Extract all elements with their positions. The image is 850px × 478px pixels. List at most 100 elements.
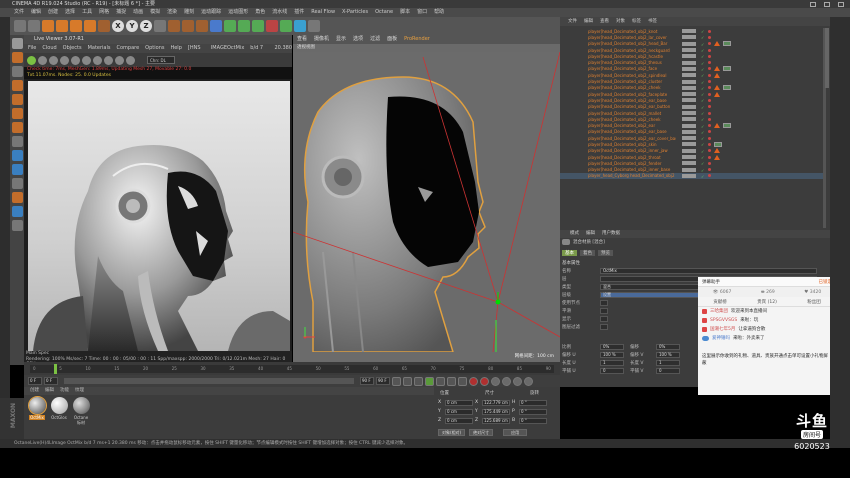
material-menu-item[interactable]: 功能 [60,387,69,395]
render-dot-icon[interactable] [708,29,711,33]
visible-check-icon[interactable]: ✓ [701,149,705,154]
attribute-subtab[interactable]: 基本 [562,250,577,256]
param-value[interactable]: 0 [600,368,624,374]
floor-icon[interactable] [280,20,292,32]
viewport-menu-item[interactable]: ProRender [404,35,430,44]
visible-check-icon[interactable]: ✓ [701,67,705,72]
render-dot-icon[interactable] [708,149,711,153]
param-value-2[interactable]: 100 % [656,352,680,358]
attribute-subtab[interactable]: 预览 [598,250,613,256]
object-manager-menu-item[interactable]: 查看 [600,17,609,26]
param-value-2[interactable]: 0 [656,368,680,374]
pause-icon[interactable] [49,55,58,65]
rotate-icon[interactable] [84,20,96,32]
material-tag-icon[interactable] [723,66,731,72]
recent-tool-icon[interactable] [98,20,110,32]
save-icon[interactable] [126,55,135,65]
object-manager-menu-item[interactable]: 文件 [568,17,577,26]
visible-check-icon[interactable]: ✓ [701,168,705,173]
render-preview[interactable] [28,81,290,351]
render-picture-viewer-icon[interactable] [182,20,194,32]
end-frame-field[interactable]: 90 F [360,377,374,385]
autokey-icon[interactable] [480,376,489,386]
menu-item[interactable]: Real Flow [311,8,335,17]
menu-item[interactable]: 角色 [255,8,265,17]
visible-check-icon[interactable]: ✓ [701,130,705,135]
maximize-button[interactable] [824,1,830,7]
render-dot-icon[interactable] [708,86,711,90]
menu-item[interactable]: Octane [375,8,393,17]
material-item[interactable]: OctGlos [50,397,68,421]
chat-username[interactable]: 爱神锤吗 [712,335,730,342]
visible-check-icon[interactable]: ✓ [701,105,705,110]
size-value[interactable]: 125.689 cm [482,417,510,424]
object-manager-menu-item[interactable]: 标签 [632,17,641,26]
visible-check-icon[interactable]: ✓ [701,124,705,129]
attribute-menu-item[interactable]: 模式 [570,230,579,238]
render-dot-icon[interactable] [708,35,711,39]
edges-mode-icon[interactable] [11,108,23,119]
live-select-icon[interactable] [42,20,54,32]
attribute-value[interactable]: OctMix [600,268,817,274]
render-dot-icon[interactable] [708,105,711,109]
live-viewer-menu-item[interactable]: [HNS HDR] [188,44,205,60]
menu-item[interactable]: 文件 [14,8,24,17]
frame-range-slider[interactable] [64,378,354,384]
live-viewer-menu-item[interactable]: Help [170,44,181,53]
menu-item[interactable]: 创建 [48,8,58,17]
menu-item[interactable]: 选择 [65,8,75,17]
goto-end-icon[interactable] [458,376,467,386]
render-dot-icon[interactable] [708,80,711,84]
viewport-menu-item[interactable]: 面板 [387,35,397,44]
live-viewer-menu-item[interactable]: Cloud [42,44,56,53]
texture-mode-icon[interactable] [11,66,23,77]
material-tag-icon[interactable] [723,123,731,129]
live-viewer-menu-item[interactable]: Materials [88,44,111,53]
channel-select[interactable]: Chn: DL [147,56,175,64]
visible-check-icon[interactable]: ✓ [701,98,705,103]
menu-item[interactable]: 编辑 [31,8,41,17]
rotation-value[interactable]: 0 ° [519,408,547,415]
prev-frame-icon[interactable] [414,376,423,386]
visible-check-icon[interactable]: ✓ [701,35,705,40]
subdivision-icon[interactable] [238,20,250,32]
render-dot-icon[interactable] [708,42,711,46]
attribute-menu-item[interactable]: 用户数据 [602,230,620,238]
visible-check-icon[interactable]: ✓ [701,29,705,34]
render-dot-icon[interactable] [708,92,711,96]
pen-icon[interactable] [224,20,236,32]
param-value[interactable]: 100 % [600,352,624,358]
camera-icon[interactable] [294,20,306,32]
visible-check-icon[interactable]: ✓ [701,48,705,53]
keyframe-selection-icon[interactable] [491,376,500,386]
viewport-menu-item[interactable]: 显示 [336,35,346,44]
material-tag-icon[interactable] [714,141,722,147]
render-dot-icon[interactable] [708,98,711,102]
live-viewer-menu-item[interactable]: b/d 7 ms+1 [250,44,268,60]
render-dot-icon[interactable] [708,54,711,58]
live-viewer-menu-item[interactable]: File [28,44,36,53]
live-viewer-menu-item[interactable]: Options [145,44,164,53]
material-tag-icon[interactable] [723,41,731,47]
position-key-icon[interactable] [502,376,511,386]
viewport-menu-item[interactable]: 过滤 [370,35,380,44]
visible-check-icon[interactable]: ✓ [701,117,705,122]
axis-mode-icon[interactable] [11,136,23,147]
attribute-value[interactable] [600,316,608,322]
material-menu-item[interactable]: 创建 [30,387,39,395]
visible-check-icon[interactable]: ✓ [701,136,705,141]
material-menu-item[interactable]: 纹理 [75,387,84,395]
chat-nav-vip[interactable]: 贵宾 (12) [757,299,777,305]
render-dot-icon[interactable] [708,48,711,52]
render-dot-icon[interactable] [708,117,711,121]
viewport-menu-item[interactable]: 选项 [353,35,363,44]
viewport-menu-item[interactable]: 查看 [297,35,307,44]
deformer-icon[interactable] [266,20,278,32]
points-mode-icon[interactable] [11,94,23,105]
coord-mode-select[interactable]: 对象(相对) [438,429,466,436]
attribute-value[interactable] [600,300,608,306]
render-dot-icon[interactable] [708,124,711,128]
chat-username[interactable]: SPSGVVSGS [710,317,737,324]
apply-button[interactable]: 应用 [503,429,528,436]
visible-check-icon[interactable]: ✓ [701,155,705,160]
